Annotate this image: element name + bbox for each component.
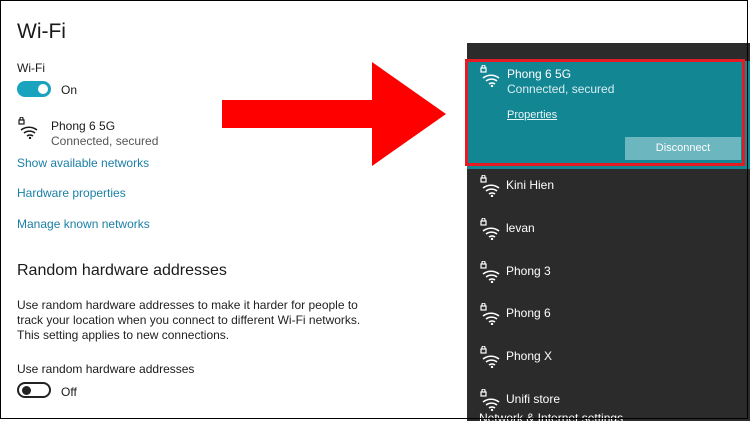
random-hardware-toggle-state: Off [61,385,77,399]
page-title: Wi-Fi [17,20,66,43]
show-available-networks-link[interactable]: Show available networks [17,156,149,170]
current-network-status: Connected, secured [51,134,159,148]
wifi-secured-icon [480,261,500,283]
random-hardware-toggle-label: Use random hardware addresses [17,362,195,376]
network-name: levan [506,221,535,235]
wifi-toggle-label: Wi-Fi [17,61,45,75]
network-row-levan[interactable]: levan [467,212,750,254]
network-name: Kini Hien [506,178,555,192]
wifi-toggle[interactable] [17,81,51,97]
network-settings-link[interactable]: Network & Internet settings [479,411,623,421]
wifi-secured-icon [480,218,500,240]
network-row-phong-6[interactable]: Phong 6 [467,297,750,339]
random-hardware-description: Use random hardware addresses to make it… [17,298,361,342]
network-row-phong-x[interactable]: Phong X [467,340,750,382]
current-network-name: Phong 6 5G [51,119,116,133]
wifi-secured-icon [480,346,500,368]
manage-known-networks-link[interactable]: Manage known networks [17,217,150,231]
wifi-secured-icon [480,175,500,197]
red-arrow-icon [222,62,446,166]
hardware-properties-link[interactable]: Hardware properties [17,186,126,200]
network-name: Phong X [506,349,553,363]
random-hardware-section-title: Random hardware addresses [17,262,227,279]
network-row-phong-3[interactable]: Phong 3 [467,255,750,297]
wifi-secured-icon [480,303,500,325]
network-row-kini-hien[interactable]: Kini Hien [467,169,750,211]
highlight-box [465,59,745,166]
wifi-secured-icon [480,389,500,411]
random-hardware-toggle[interactable] [17,382,51,398]
network-name: Phong 6 [506,306,551,320]
wifi-secured-icon [18,117,38,139]
network-name: Unifi store [506,392,561,406]
network-name: Phong 3 [506,264,551,278]
wifi-toggle-state: On [61,83,78,97]
